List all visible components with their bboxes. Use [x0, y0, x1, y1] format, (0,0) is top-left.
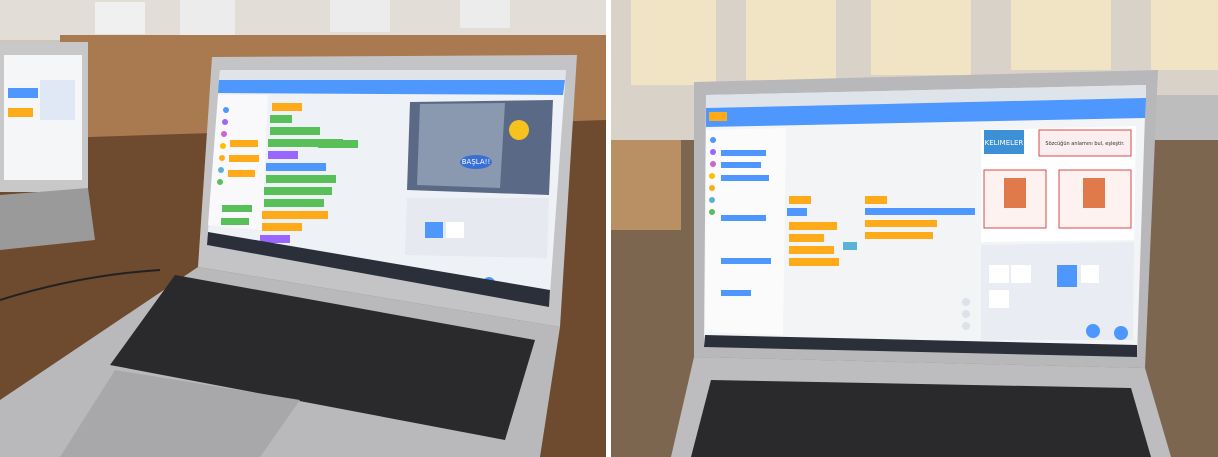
category-dot — [217, 179, 223, 185]
stage-logo-text: KELIMELER — [985, 139, 1024, 147]
sprite-thumbnail — [1081, 265, 1099, 283]
sprite-thumbnail — [1011, 265, 1031, 283]
background-laptop — [460, 0, 510, 28]
category-dot — [709, 209, 715, 215]
browser-bar — [219, 70, 566, 80]
script-block — [865, 220, 937, 227]
script-block — [787, 208, 807, 216]
stage-instruction-text: Sözcüğün anlamını bul, eşleştir. — [1045, 140, 1125, 147]
add-backdrop-button — [1114, 326, 1128, 340]
script-block — [865, 196, 887, 204]
right-photo-scene: KELIMELER Sözcüğün anlamını bul, eşleşti… — [611, 0, 1218, 457]
script-block — [264, 199, 324, 207]
script-block — [789, 222, 837, 230]
category-dot — [710, 137, 716, 143]
script-block — [272, 103, 302, 111]
palette-block — [228, 170, 255, 177]
wall — [0, 0, 606, 40]
side-laptop-keyboard — [0, 188, 95, 250]
balloon-sprite — [509, 120, 529, 140]
window-blind — [631, 0, 716, 85]
background-laptop — [330, 0, 390, 32]
script-block — [264, 187, 332, 195]
sprite-thumbnail — [989, 290, 1009, 308]
block-palette — [705, 128, 786, 335]
robot-sprite — [1083, 178, 1105, 208]
category-dot — [221, 131, 227, 137]
palette-block — [721, 175, 769, 181]
stage-bubble-text: BAŞLA!! — [462, 158, 491, 166]
side-laptop-block — [8, 88, 38, 98]
stage-backdrop — [417, 103, 505, 188]
sprite-thumbnail — [446, 222, 464, 238]
palette-block — [221, 218, 249, 225]
script-block — [270, 127, 320, 135]
category-dot — [223, 107, 229, 113]
category-dot — [220, 143, 226, 149]
zoom-out-button — [962, 310, 970, 318]
palette-block — [721, 290, 751, 296]
script-block — [789, 234, 824, 242]
scratch-logo — [709, 112, 727, 121]
category-dot — [709, 197, 715, 203]
script-block — [262, 211, 328, 219]
window-blind — [871, 0, 971, 75]
category-dot — [218, 167, 224, 173]
category-dot — [709, 173, 715, 179]
right-photo: KELIMELER Sözcüğün anlamını bul, eşleşti… — [611, 0, 1218, 457]
palette-block — [721, 258, 771, 264]
script-block — [262, 223, 302, 231]
palette-block — [721, 162, 761, 168]
sprite-thumbnail — [425, 222, 443, 238]
palette-block — [721, 215, 766, 221]
window-blind — [1151, 0, 1218, 70]
category-dot — [709, 185, 715, 191]
script-block — [789, 196, 811, 204]
script-block — [789, 258, 839, 266]
script-block — [266, 175, 336, 183]
background-laptop — [180, 0, 235, 35]
category-dot — [710, 149, 716, 155]
background-desk — [611, 140, 681, 230]
palette-block — [721, 150, 766, 156]
script-block — [865, 208, 975, 215]
script-block — [318, 140, 358, 148]
window-blind — [1011, 0, 1111, 70]
left-photo: BAŞLA!! — [0, 0, 606, 457]
palette-block — [229, 155, 259, 162]
left-photo-scene: BAŞLA!! — [0, 0, 606, 457]
sprite-thumbnail-selected — [1057, 265, 1077, 287]
side-laptop-panel — [40, 80, 75, 120]
category-dot — [222, 119, 228, 125]
sprite-thumbnail — [989, 265, 1009, 283]
side-laptop-block — [8, 108, 33, 117]
background-laptop — [1151, 95, 1218, 140]
script-block — [266, 163, 326, 171]
script-block — [270, 115, 292, 123]
scratch-menubar — [218, 80, 565, 95]
category-dot — [710, 161, 716, 167]
script-block — [268, 151, 298, 159]
script-block — [789, 246, 834, 254]
script-block — [843, 242, 857, 250]
add-sprite-button — [1086, 324, 1100, 338]
category-dot — [219, 155, 225, 161]
zoom-reset-button — [962, 322, 970, 330]
zoom-in-button — [962, 298, 970, 306]
background-laptop — [95, 2, 145, 34]
keyboard — [691, 380, 1151, 457]
window-blind — [746, 0, 836, 80]
palette-block — [230, 140, 258, 147]
robot-sprite — [1004, 178, 1026, 208]
script-block — [865, 232, 933, 239]
palette-block — [222, 205, 252, 212]
